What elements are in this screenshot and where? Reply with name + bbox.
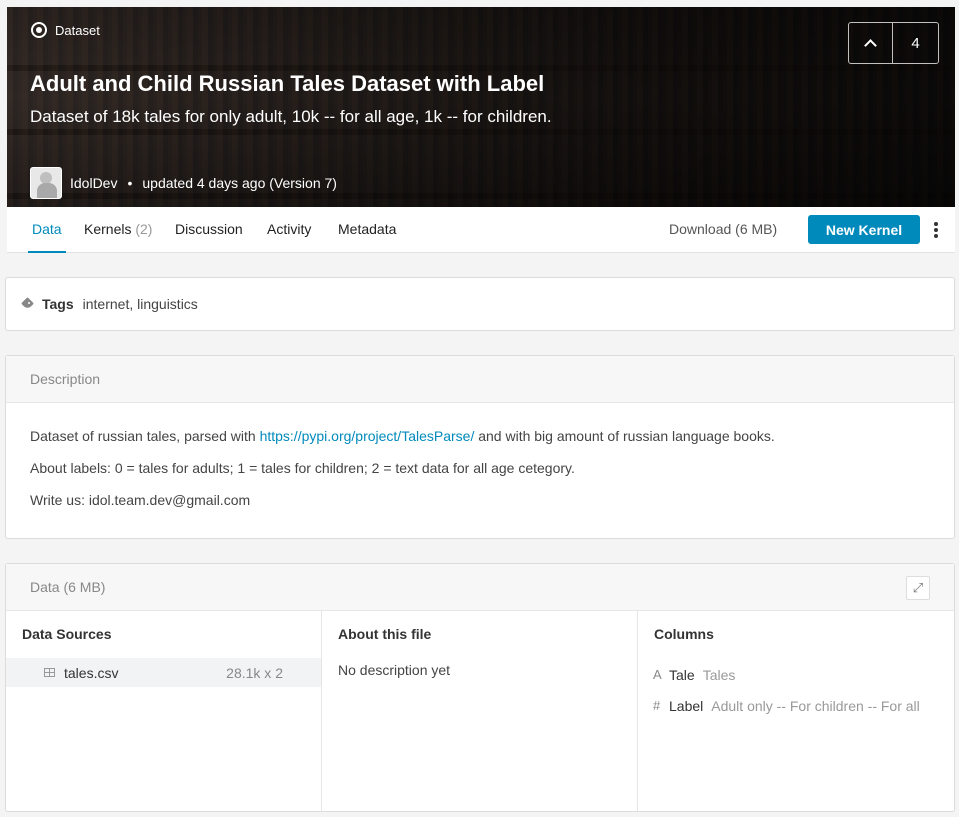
vote-count: 4 [911, 34, 920, 52]
kernels-count: (2) [135, 221, 153, 237]
owner-name[interactable]: IdolDev [70, 175, 117, 191]
columns-column: Columns A Tale Tales # Label Adult only … [638, 611, 954, 811]
tab-discussion[interactable]: Discussion [175, 207, 243, 253]
data-header: Data (6 MB) [6, 564, 954, 611]
vote-widget: 4 [848, 22, 939, 64]
column-desc: Tales [702, 667, 736, 683]
column-name: Tale [669, 667, 695, 683]
table-icon [44, 668, 55, 677]
description-header: Description [6, 356, 954, 403]
column-desc: Adult only -- For children -- For all [711, 698, 920, 714]
page-subtitle: Dataset of 18k tales for only adult, 10k… [30, 107, 552, 126]
tab-kernels[interactable]: Kernels (2) [84, 207, 152, 253]
description-line: Write us: idol.team.dev@gmail.com [30, 492, 251, 508]
columns-title: Columns [654, 626, 714, 642]
expand-icon[interactable]: ⤢ [906, 576, 930, 600]
upvote-button[interactable] [849, 23, 893, 63]
download-button[interactable]: Download (6 MB) [669, 207, 777, 251]
avatar[interactable] [30, 167, 62, 199]
tab-activity[interactable]: Activity [267, 207, 311, 253]
file-name: tales.csv [64, 664, 119, 681]
dataset-header: Dataset Adult and Child Russian Tales Da… [7, 7, 955, 207]
tab-metadata[interactable]: Metadata [338, 207, 396, 253]
data-sources-title: Data Sources [22, 626, 112, 642]
updated-info: updated 4 days ago (Version 7) [142, 175, 337, 191]
text-type-icon: A [653, 667, 662, 682]
about-file-text: No description yet [338, 662, 451, 678]
tags-label: Tags [42, 296, 74, 312]
tag-icon [22, 298, 34, 310]
tab-data[interactable]: Data [28, 207, 66, 253]
tales-parse-link[interactable]: https://pypi.org/project/TalesParse/ [260, 428, 475, 444]
tags-card: Tags internet, linguistics [5, 277, 955, 331]
description-card: Description Dataset of russian tales, pa… [5, 355, 955, 539]
data-sources-column: Data Sources tales.csv 28.1k x 2 [6, 611, 322, 811]
owner-info: IdolDev • updated 4 days ago (Version 7) [30, 167, 337, 199]
column-item[interactable]: A Tale Tales [638, 655, 954, 686]
numeric-type-icon: # [653, 698, 661, 713]
file-size: 28.1k x 2 [226, 664, 283, 681]
dataset-type-label: Dataset [31, 22, 100, 38]
description-line: About labels: 0 = tales for adults; 1 = … [30, 460, 575, 476]
tab-bar: Data Kernels (2) Discussion Activity Met… [7, 207, 955, 253]
column-name: Label [669, 698, 704, 714]
chevron-up-icon [864, 39, 877, 52]
more-options-icon[interactable] [931, 220, 941, 240]
data-card: Data (6 MB) ⤢ Data Sources tales.csv 28.… [5, 563, 955, 812]
about-file-title: About this file [338, 626, 432, 642]
tags-list[interactable]: internet, linguistics [83, 296, 198, 312]
description-line: Dataset of russian tales, parsed with ht… [30, 428, 775, 444]
new-kernel-button[interactable]: New Kernel [808, 215, 920, 244]
page-title: Adult and Child Russian Tales Dataset wi… [30, 71, 545, 96]
dataset-icon [31, 22, 47, 38]
file-row[interactable]: tales.csv 28.1k x 2 [6, 658, 321, 687]
about-file-column: About this file No description yet [322, 611, 638, 811]
column-item[interactable]: # Label Adult only -- For children -- Fo… [638, 686, 954, 717]
